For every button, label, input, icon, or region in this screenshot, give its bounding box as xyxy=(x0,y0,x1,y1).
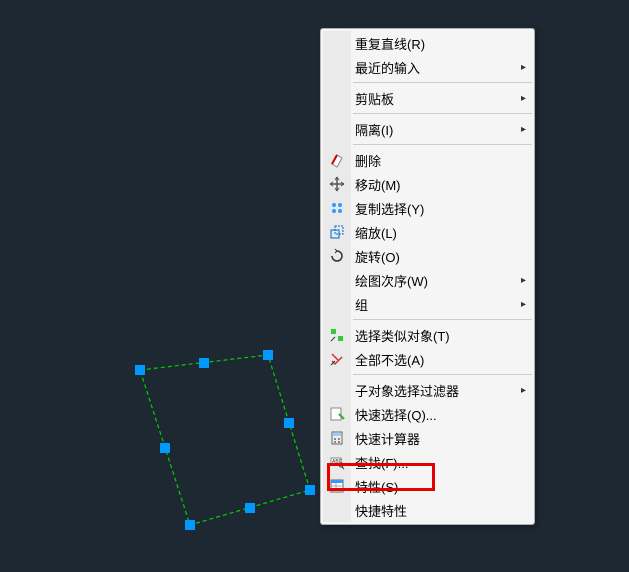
menu-item-label: 查找(F)... xyxy=(355,453,516,472)
scale-icon xyxy=(327,222,347,242)
submenu-arrow-icon: ▸ xyxy=(521,385,526,396)
menu-item-label: 隔离(I) xyxy=(355,120,516,139)
submenu-arrow-icon: ▸ xyxy=(521,124,526,135)
grip-handle[interactable] xyxy=(160,443,170,453)
grip-handle[interactable] xyxy=(245,503,255,513)
menu-item[interactable]: 选择类似对象(T) xyxy=(321,323,534,347)
menu-item-label: 选择类似对象(T) xyxy=(355,326,516,345)
grip-handle[interactable] xyxy=(199,358,209,368)
menu-item-label: 全部不选(A) xyxy=(355,350,516,369)
menu-item[interactable]: 特性(S) xyxy=(321,474,534,498)
menu-item-label: 剪贴板 xyxy=(355,89,516,108)
menu-separator xyxy=(353,374,532,375)
menu-item-label: 特性(S) xyxy=(355,477,516,496)
grip-handle[interactable] xyxy=(284,418,294,428)
no-icon xyxy=(327,119,347,139)
menu-item-label: 移动(M) xyxy=(355,175,516,194)
menu-item[interactable]: 全部不选(A) xyxy=(321,347,534,371)
menu-item-label: 旋转(O) xyxy=(355,247,516,266)
menu-item[interactable]: 隔离(I) ▸ xyxy=(321,117,534,141)
no-icon xyxy=(327,294,347,314)
menu-item[interactable]: 重复直线(R) xyxy=(321,31,534,55)
menu-item[interactable]: 移动(M) xyxy=(321,172,534,196)
menu-item[interactable]: 绘图次序(W) ▸ xyxy=(321,268,534,292)
no-icon xyxy=(327,57,347,77)
menu-item[interactable]: 复制选择(Y) xyxy=(321,196,534,220)
menu-item[interactable]: ABC 查找(F)... xyxy=(321,450,534,474)
menu-item[interactable]: 缩放(L) xyxy=(321,220,534,244)
menu-item[interactable]: 删除 xyxy=(321,148,534,172)
submenu-arrow-icon: ▸ xyxy=(521,62,526,73)
quick-select-icon xyxy=(327,404,347,424)
menu-item-label: 缩放(L) xyxy=(355,223,516,242)
menu-item-label: 组 xyxy=(355,295,516,314)
menu-separator xyxy=(353,113,532,114)
find-icon: ABC xyxy=(327,452,347,472)
menu-item-label: 最近的输入 xyxy=(355,58,516,77)
menu-item[interactable]: 组▸ xyxy=(321,292,534,316)
select-similar-icon xyxy=(327,325,347,345)
grip-handle[interactable] xyxy=(305,485,315,495)
calculator-icon xyxy=(327,428,347,448)
grip-handle[interactable] xyxy=(185,520,195,530)
grip-handle[interactable] xyxy=(263,350,273,360)
submenu-arrow-icon: ▸ xyxy=(521,93,526,104)
rotate-icon xyxy=(327,246,347,266)
copy-icon xyxy=(327,198,347,218)
grip-handle[interactable] xyxy=(135,365,145,375)
menu-item-label: 复制选择(Y) xyxy=(355,199,516,218)
menu-separator xyxy=(353,144,532,145)
menu-item-label: 快速计算器 xyxy=(355,429,516,448)
menu-item-label: 快捷特性 xyxy=(355,501,516,520)
menu-item-label: 快速选择(Q)... xyxy=(355,405,516,424)
menu-separator xyxy=(353,319,532,320)
no-icon xyxy=(327,500,347,520)
menu-item[interactable]: 快速计算器 xyxy=(321,426,534,450)
menu-item[interactable]: 快速选择(Q)... xyxy=(321,402,534,426)
menu-item[interactable]: 旋转(O) xyxy=(321,244,534,268)
menu-item-label: 重复直线(R) xyxy=(355,34,516,53)
no-icon xyxy=(327,33,347,53)
menu-item-label: 子对象选择过滤器 xyxy=(355,381,516,400)
menu-separator xyxy=(353,82,532,83)
move-icon xyxy=(327,174,347,194)
no-icon xyxy=(327,270,347,290)
menu-item-label: 删除 xyxy=(355,151,516,170)
menu-item-label: 绘图次序(W) xyxy=(355,271,516,290)
menu-item[interactable]: 剪贴板 ▸ xyxy=(321,86,534,110)
no-icon xyxy=(327,88,347,108)
menu-item[interactable]: 子对象选择过滤器 ▸ xyxy=(321,378,534,402)
submenu-arrow-icon: ▸ xyxy=(521,299,526,310)
properties-icon xyxy=(327,476,347,496)
menu-item[interactable]: 快捷特性 xyxy=(321,498,534,522)
erase-icon xyxy=(327,150,347,170)
submenu-arrow-icon: ▸ xyxy=(521,275,526,286)
context-menu: 重复直线(R) 最近的输入 ▸ 剪贴板 ▸ 隔离(I) ▸ 删除移动(M) 复制选择(Y) 缩放(… xyxy=(320,28,535,525)
menu-item[interactable]: 最近的输入 ▸ xyxy=(321,55,534,79)
no-icon xyxy=(327,380,347,400)
svg-text:ABC: ABC xyxy=(332,459,343,465)
deselect-icon xyxy=(327,349,347,369)
